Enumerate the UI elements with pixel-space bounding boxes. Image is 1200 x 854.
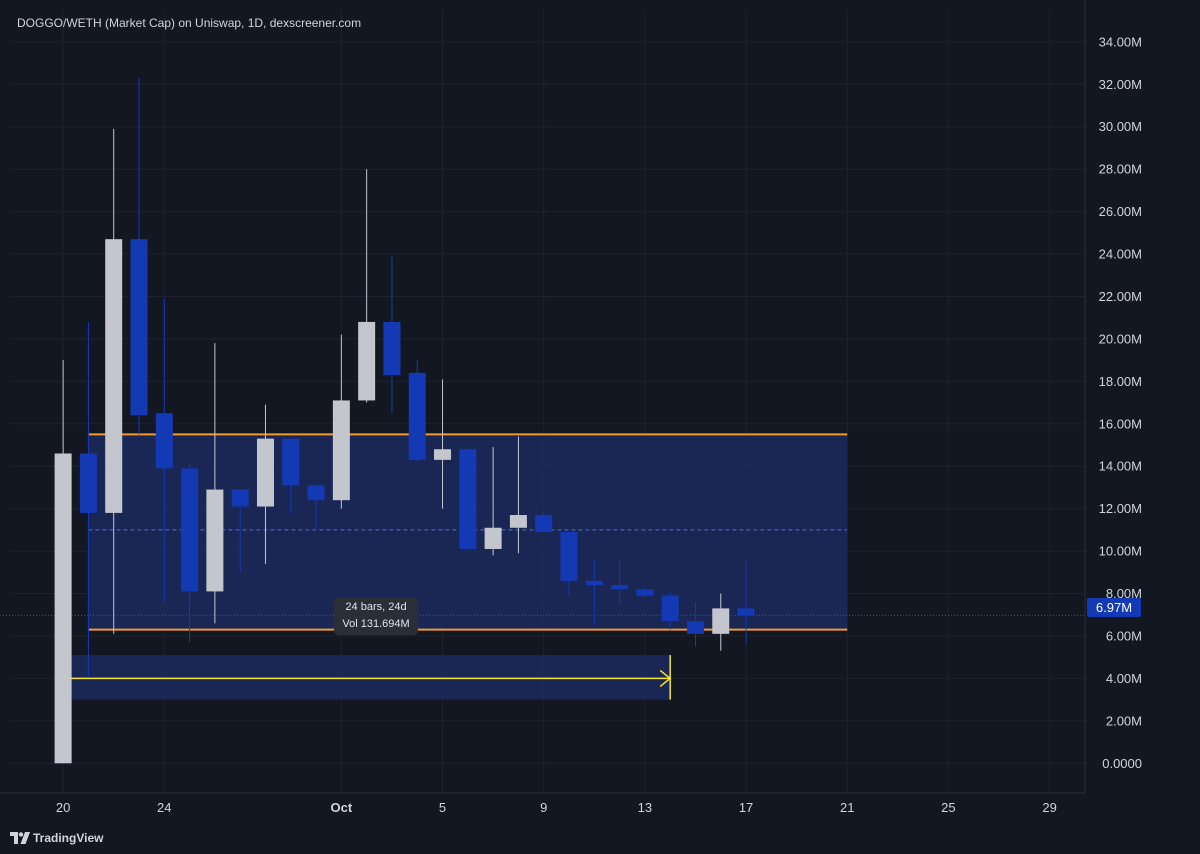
candle-body <box>181 468 199 592</box>
candle <box>358 169 376 403</box>
candle-body <box>256 438 274 507</box>
y-tick-label: 6.00M <box>1106 628 1142 643</box>
y-tick-label: 16.00M <box>1099 416 1142 431</box>
y-tick-label: 12.00M <box>1099 501 1142 516</box>
y-tick-label: 24.00M <box>1099 247 1142 262</box>
candle <box>332 334 350 509</box>
candle-body <box>155 413 173 469</box>
y-tick-label: 14.00M <box>1099 459 1142 474</box>
y-tick-label: 22.00M <box>1099 289 1142 304</box>
measure-bars-label: 24 bars, 24d <box>345 601 407 613</box>
y-tick-label: 4.00M <box>1106 671 1142 686</box>
chart-title: DOGGO/WETH (Market Cap) on Uniswap, 1D, … <box>17 16 362 30</box>
y-tick-label: 2.00M <box>1106 713 1142 728</box>
x-tick-label: 25 <box>941 800 955 815</box>
y-tick-label: 34.00M <box>1099 34 1142 49</box>
x-tick-label: 17 <box>739 800 753 815</box>
x-tick-label: 20 <box>56 800 70 815</box>
brand-name: TradingView <box>33 831 104 845</box>
measure-range-box <box>70 655 671 700</box>
candle-body <box>661 595 679 622</box>
candle-body <box>712 608 730 634</box>
y-tick-label: 26.00M <box>1099 204 1142 219</box>
candle-body <box>358 321 376 401</box>
last-price-tag: 6.97M <box>1087 598 1141 617</box>
candle-body <box>332 400 350 501</box>
candle-body <box>560 532 578 581</box>
y-tick-label: 20.00M <box>1099 331 1142 346</box>
x-tick-label: 21 <box>840 800 854 815</box>
measure-tooltip: 24 bars, 24d Vol 131.694M <box>334 597 418 635</box>
x-tick-label: 24 <box>157 800 171 815</box>
y-tick-label: 32.00M <box>1099 77 1142 92</box>
candle-body <box>686 621 704 634</box>
candle <box>130 77 148 435</box>
x-tick-label: Oct <box>331 800 353 815</box>
candle-body <box>79 453 97 513</box>
candle-body <box>206 489 224 592</box>
candle <box>459 447 477 549</box>
candle-body <box>459 449 477 549</box>
candle-body <box>105 239 123 513</box>
candle-body <box>509 515 527 528</box>
y-tick-label: 28.00M <box>1099 162 1142 177</box>
x-tick-label: 9 <box>540 800 547 815</box>
x-tick-label: 29 <box>1042 800 1056 815</box>
y-tick-label: 10.00M <box>1099 544 1142 559</box>
candle-body <box>484 527 502 549</box>
candle <box>408 360 426 462</box>
candle <box>54 360 72 764</box>
candle-body <box>585 580 603 586</box>
candle-body <box>611 585 629 590</box>
tradingview-logo-icon <box>10 832 30 844</box>
measure-volume-label: Vol 131.694M <box>342 618 410 630</box>
candle-body <box>130 239 148 416</box>
candle-body <box>307 485 325 501</box>
candle-body <box>636 589 654 596</box>
candle-body <box>383 321 401 375</box>
y-tick-label: 18.00M <box>1099 374 1142 389</box>
candle-body <box>408 372 426 460</box>
candle-body <box>737 608 755 616</box>
candle <box>383 256 401 414</box>
x-tick-label: 13 <box>638 800 652 815</box>
candle-body <box>231 489 249 507</box>
candle-body <box>535 515 553 532</box>
candlestick-chart[interactable]: 0.00002.00M4.00M6.00M8.00M10.00M12.00M14… <box>0 0 1200 854</box>
x-tick-label: 5 <box>439 800 446 815</box>
y-tick-label: 0.0000 <box>1102 756 1142 771</box>
candle-body <box>434 449 452 460</box>
candle-body <box>54 453 72 764</box>
tradingview-brand[interactable]: TradingView <box>10 831 103 845</box>
y-tick-label: 30.00M <box>1099 119 1142 134</box>
chart-area[interactable]: 0.0000 2.00M 4.00M 6.00M 8.00M 10.00M 12.00M 14… <box>0 0 1200 854</box>
candle-body <box>282 438 300 486</box>
